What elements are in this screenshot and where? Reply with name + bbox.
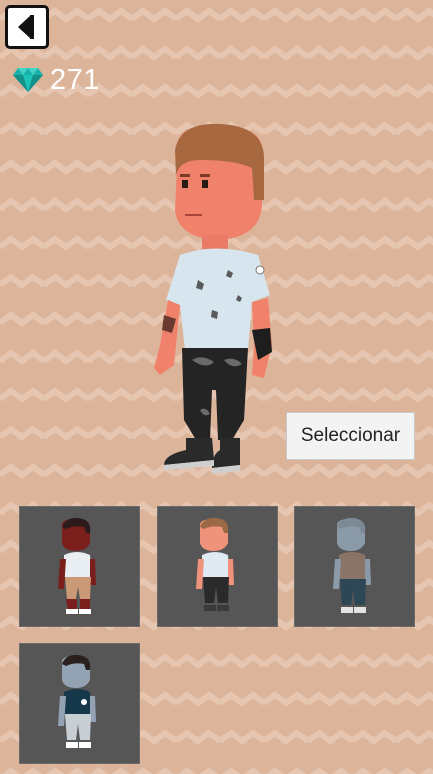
character-slot-1[interactable] — [19, 506, 140, 627]
character-slot-3[interactable] — [294, 506, 415, 627]
character-slot-4[interactable] — [19, 643, 140, 764]
diamond-icon — [13, 68, 43, 92]
character-thumbnail — [58, 654, 96, 748]
select-button[interactable]: Seleccionar — [286, 412, 415, 460]
back-arrow-icon — [18, 15, 34, 39]
character-thumbnail — [333, 517, 371, 613]
gem-balance: 271 — [12, 62, 100, 98]
gem-count: 271 — [50, 63, 100, 96]
character-thumbnail — [196, 517, 234, 611]
character-preview — [154, 123, 272, 474]
character-slot-2[interactable] — [157, 506, 278, 627]
back-button[interactable] — [5, 5, 49, 49]
character-thumbnail — [58, 517, 96, 614]
